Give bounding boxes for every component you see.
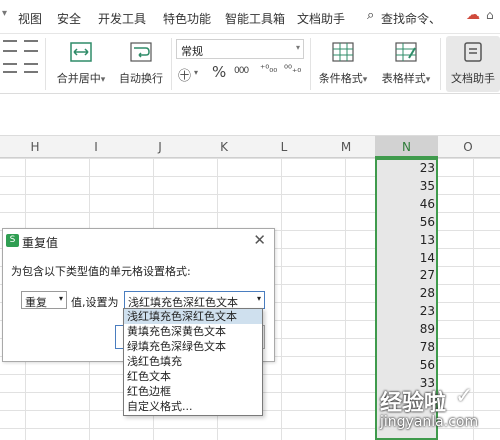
watermark-check-icon: ✓ <box>455 384 474 409</box>
indent-increase-icon[interactable] <box>24 40 38 52</box>
chevron-down-icon: ▾ <box>295 43 300 52</box>
indent-decrease-icon[interactable] <box>3 40 17 52</box>
dropdown-option[interactable]: 黄填充色深黄色文本 <box>124 324 262 339</box>
format-dropdown-list: 浅红填充色深红色文本 黄填充色深黄色文本 绿填充色深绿色文本 浅红色填充 红色文… <box>123 308 263 416</box>
watermark-url: jingyanla.com <box>380 414 479 430</box>
menu-bar: ▾ 视图 安全 开发工具 特色功能 智能工具箱 文档助手 ⌕ 查找命令、 ☁ ⌂ <box>0 0 500 34</box>
dropdown-option[interactable]: 浅红色填充 <box>124 354 262 369</box>
doc-assistant-label: 文档助手 <box>451 72 495 85</box>
merge-center-icon <box>70 42 92 62</box>
cell-n10[interactable]: 89 <box>385 322 435 336</box>
format-select[interactable]: 浅红填充色深红色文本 ▾ <box>124 291 265 309</box>
cell-n2[interactable]: 35 <box>385 179 435 193</box>
menu-special[interactable]: 特色功能 <box>163 10 211 27</box>
column-header-i[interactable]: I <box>86 140 106 154</box>
cell-n11[interactable]: 78 <box>385 340 435 354</box>
percent-icon[interactable]: % <box>212 63 226 81</box>
column-header-l[interactable]: L <box>274 140 294 154</box>
doc-assistant-icon <box>464 42 482 62</box>
cell-n1[interactable]: 23 <box>385 161 435 175</box>
align-right-icon[interactable] <box>24 63 38 73</box>
chevron-down-icon: ▾ <box>58 294 63 303</box>
cell-n6[interactable]: 14 <box>385 251 435 265</box>
conditional-format-icon <box>332 42 354 62</box>
cell-n4[interactable]: 56 <box>385 215 435 229</box>
table-style-icon <box>395 42 417 62</box>
merge-center-button[interactable]: 合并居中▾ <box>52 38 110 90</box>
merge-center-arrow-icon[interactable]: ▾ <box>101 75 106 85</box>
align-left-icon[interactable] <box>3 63 17 73</box>
chevron-down-icon: ▾ <box>256 294 261 303</box>
cell-n3[interactable]: 46 <box>385 197 435 211</box>
column-header-n: N <box>402 140 411 154</box>
cell-n12[interactable]: 56 <box>385 358 435 372</box>
table-style-button[interactable]: 表格样式▾ <box>377 38 435 90</box>
app-logo-icon: S <box>6 234 19 247</box>
wrap-text-label: 自动换行 <box>119 72 163 85</box>
search-input[interactable]: 查找命令、 <box>381 10 441 27</box>
formula-bar[interactable] <box>0 94 500 136</box>
doc-assistant-button[interactable]: 文档助手 <box>446 36 500 92</box>
column-header-k[interactable]: K <box>214 140 234 154</box>
comma-style-icon[interactable]: 000 <box>234 66 249 76</box>
menu-security[interactable]: 安全 <box>57 10 81 27</box>
value-type-value: 重复 <box>25 296 47 309</box>
menu-doc-assistant[interactable]: 文档助手 <box>297 10 345 27</box>
conditional-format-label: 条件格式 <box>318 72 363 85</box>
dropdown-option[interactable]: 绿填充色深绿色文本 <box>124 339 262 354</box>
dropdown-option[interactable]: 浅红填充色深红色文本 <box>124 309 262 324</box>
cell-n8[interactable]: 28 <box>385 286 435 300</box>
wrap-text-button[interactable]: 自动换行 <box>114 38 168 90</box>
menu-developer[interactable]: 开发工具 <box>98 10 146 27</box>
dialog-title-bar[interactable]: S 重复值 ✕ <box>3 229 274 253</box>
currency-arrow-icon[interactable]: ▾ <box>194 68 198 77</box>
menu-arrow-icon[interactable]: ▾ <box>2 8 7 19</box>
column-header-n-selected[interactable]: N <box>375 136 438 158</box>
search-icon[interactable]: ⌕ <box>367 8 374 23</box>
dialog-prompt: 为包含以下类型值的单元格设置格式: <box>11 265 191 278</box>
merge-center-label: 合并居中 <box>56 72 101 85</box>
menu-smart-toolbox[interactable]: 智能工具箱 <box>225 10 285 27</box>
value-set-label: 值,设置为 <box>71 296 119 309</box>
increase-decimal-icon[interactable]: ⁺⁰₀₀ <box>260 64 277 75</box>
conditional-format-button[interactable]: 条件格式▾ <box>314 38 372 90</box>
dropdown-option[interactable]: 红色文本 <box>124 369 262 384</box>
column-header-m[interactable]: M <box>336 140 356 154</box>
column-header-o[interactable]: O <box>458 140 478 154</box>
dialog-title: 重复值 <box>22 236 59 250</box>
collab-icon[interactable]: ⌂ <box>486 8 494 22</box>
cell-n7[interactable]: 27 <box>385 268 435 282</box>
column-header-j[interactable]: J <box>150 140 170 154</box>
table-style-arrow-icon: ▾ <box>425 75 431 85</box>
currency-format-icon[interactable]: ㊉ <box>178 65 191 84</box>
dropdown-option[interactable]: 自定义格式... <box>124 399 262 414</box>
table-style-label: 表格样式 <box>381 72 426 85</box>
menu-view[interactable]: 视图 <box>18 10 42 27</box>
watermark-text: 经验啦 <box>380 391 447 416</box>
conditional-format-arrow-icon: ▾ <box>362 75 368 85</box>
ribbon: 合并居中▾ 自动换行 常规 ▾ ㊉ ▾ % 000 ⁺⁰₀₀ ⁰⁰₊₀ 条件格式… <box>0 34 500 94</box>
wrap-text-icon <box>130 42 152 62</box>
decrease-decimal-icon[interactable]: ⁰⁰₊₀ <box>284 64 301 75</box>
cell-n9[interactable]: 23 <box>385 304 435 318</box>
number-format-select[interactable]: 常规 ▾ <box>176 39 304 59</box>
dropdown-option[interactable]: 红色边框 <box>124 384 262 399</box>
close-icon[interactable]: ✕ <box>253 231 266 249</box>
number-format-value: 常规 <box>181 45 203 58</box>
cloud-icon[interactable]: ☁ <box>466 7 480 23</box>
cell-n5[interactable]: 13 <box>385 233 435 247</box>
value-type-select[interactable]: 重复 ▾ <box>21 291 67 309</box>
column-header-h[interactable]: H <box>25 140 45 154</box>
